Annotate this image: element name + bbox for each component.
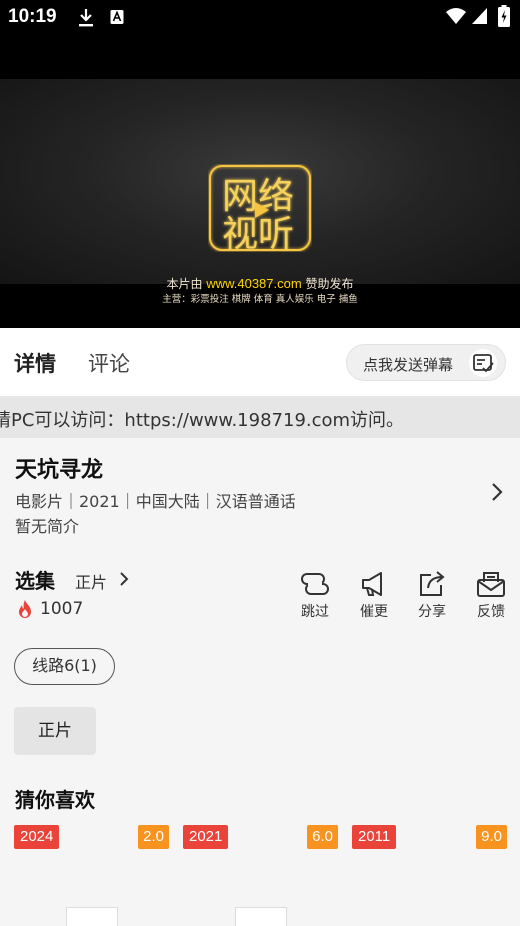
chevron-right-icon[interactable] [490, 482, 504, 502]
recommend-card[interactable]: 2011 9.0 [352, 825, 507, 926]
danmaku-label: 点我发送弹幕 [363, 356, 454, 374]
promo-line-1: 本片由 www.40387.com 赞助发布 [0, 275, 520, 292]
year-badge: 2024 [14, 825, 60, 849]
poster-thumbnail [235, 907, 287, 926]
fire-icon [19, 600, 31, 618]
tab-bar: 详情 评论 点我发送弹幕 [0, 328, 520, 396]
download-icon [79, 9, 93, 27]
recommend-card[interactable]: 2024 2.0 [14, 825, 169, 926]
feedback-button[interactable]: 反馈 [469, 570, 513, 621]
year-badge: 2011 [352, 825, 397, 849]
recommend-card[interactable]: 2021 6.0 [183, 825, 338, 926]
year-badge: 2021 [183, 825, 229, 849]
share-label: 分享 [418, 604, 446, 620]
text-a-icon [110, 10, 124, 24]
urge-update-button[interactable]: 催更 [352, 570, 396, 621]
promo-site: www.40387.com [206, 276, 302, 291]
video-player[interactable]: 网络 视听 本片由 www.40387.com 赞助发布 主营：彩票投注 棋牌 … [0, 36, 520, 328]
share-button[interactable]: 分享 [410, 570, 454, 621]
promo-suffix: 赞助发布 [305, 277, 354, 291]
score-badge: 9.0 [476, 825, 507, 849]
svg-text:视听: 视听 [222, 214, 294, 252]
chevron-right-icon[interactable] [119, 571, 129, 587]
skip-action-button[interactable]: 跳过 [293, 570, 337, 621]
mail-icon [477, 572, 505, 597]
link-icon [301, 573, 329, 595]
heat-count: 1007 [40, 599, 84, 619]
danmaku-edit-icon [469, 349, 497, 377]
notice-text: 请PC可以访问：https://www.198719.com访问。 [0, 410, 405, 431]
episode-button[interactable]: 正片 [14, 707, 96, 755]
episodes-title: 选集 [15, 569, 55, 593]
share-icon [420, 571, 445, 596]
current-episode-link[interactable]: 正片 [75, 569, 107, 593]
movie-title: 天坑寻龙 [15, 458, 104, 483]
movie-meta: 电影片｜2021｜中国大陆｜汉语普通话 [15, 492, 296, 511]
battery-icon [498, 5, 510, 27]
tab-details[interactable]: 详情 [14, 348, 56, 378]
send-danmaku-button[interactable]: 点我发送弹幕 [346, 344, 506, 381]
feedback-label: 反馈 [477, 604, 505, 620]
recommend-title: 猜你喜欢 [15, 788, 95, 812]
wifi-icon [446, 8, 466, 24]
status-bar: 10:19 [0, 0, 520, 36]
signal-icon [472, 8, 487, 24]
promo-prefix: 本片由 [166, 277, 203, 291]
score-badge: 6.0 [307, 825, 338, 849]
status-time: 10:19 [8, 6, 57, 27]
video-frame[interactable]: 网络 视听 本片由 www.40387.com 赞助发布 主营：彩票投注 棋牌 … [0, 79, 520, 305]
urge-label: 催更 [360, 604, 388, 620]
tab-comments[interactable]: 评论 [88, 348, 130, 378]
poster-thumbnail [66, 907, 118, 926]
route-selector-button[interactable]: 线路6(1) [14, 648, 115, 685]
movie-intro: 暂无简介 [15, 517, 80, 536]
brand-logo: 网络 视听 [209, 165, 311, 252]
notice-banner: 请PC可以访问：https://www.198719.com访问。 [0, 396, 520, 438]
score-badge: 2.0 [138, 825, 169, 849]
skip-label: 跳过 [301, 604, 329, 620]
promo-line-2: 主营：彩票投注 棋牌 体育 真人娱乐 电子 捕鱼 [162, 294, 358, 305]
detail-panel: 请PC可以访问：https://www.198719.com访问。 天坑寻龙 电… [0, 396, 520, 926]
megaphone-icon [362, 572, 382, 596]
